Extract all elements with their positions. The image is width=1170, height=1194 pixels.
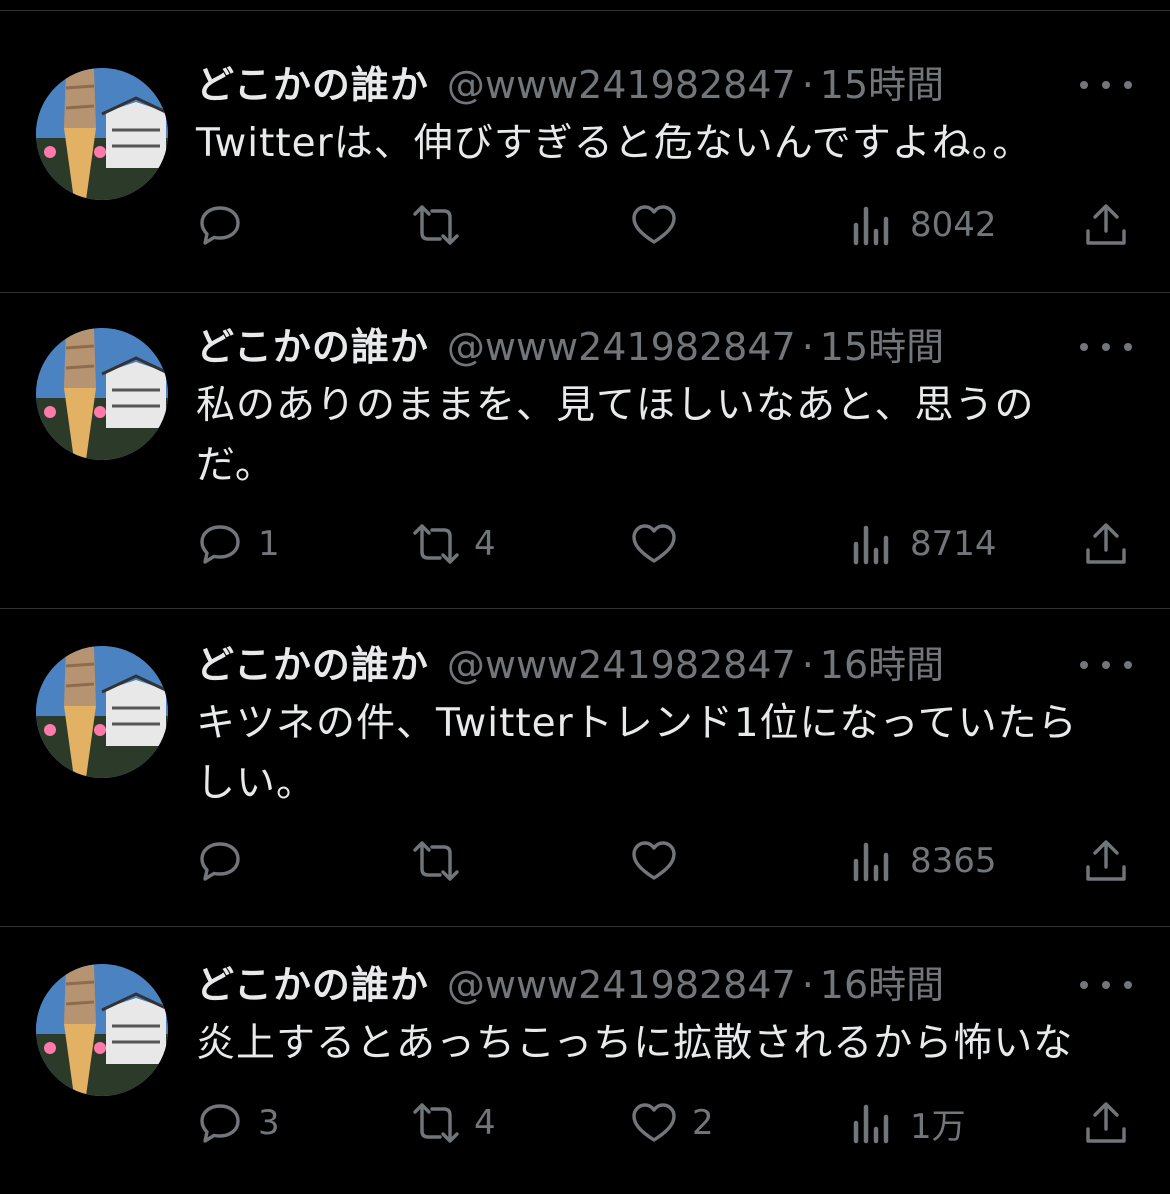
reply-count: 3 xyxy=(258,1103,280,1143)
timestamp[interactable]: 15時間 xyxy=(820,324,944,370)
like-icon xyxy=(632,841,676,880)
user-handle[interactable]: @www241982847 xyxy=(447,642,796,688)
avatar-image xyxy=(36,646,168,778)
share-icon xyxy=(1086,523,1126,564)
retweet-button[interactable] xyxy=(412,200,474,250)
retweet-icon xyxy=(413,841,459,881)
tweet[interactable]: どこかの誰か @www241982847 · 15時間 私のありのままを、見てほ… xyxy=(0,292,1170,608)
meta-separator: · xyxy=(801,325,814,369)
more-icon[interactable] xyxy=(1080,650,1132,680)
tweet-header: どこかの誰か @www241982847 · 16時間 xyxy=(196,962,1076,1008)
view-count: 8365 xyxy=(910,841,997,881)
timestamp[interactable]: 15時間 xyxy=(820,62,944,108)
like-icon xyxy=(632,524,676,563)
views-button[interactable]: 8042 xyxy=(848,200,997,250)
share-icon xyxy=(1086,1102,1126,1143)
timeline: どこかの誰か @www241982847 · 15時間 Twitterは、伸びす… xyxy=(0,0,1170,1194)
display-name[interactable]: どこかの誰か xyxy=(196,62,429,108)
like-button[interactable]: 2 xyxy=(630,1098,714,1148)
reply-icon xyxy=(200,525,240,564)
tweet-text-line: キツネの件、Twitterトレンド1位になっていたら xyxy=(196,701,1078,746)
avatar[interactable] xyxy=(36,964,168,1096)
reply-icon xyxy=(200,842,240,881)
tweet-text-line: 私のありのままを、見てほしいなあと、思うの xyxy=(196,383,1035,428)
views-icon xyxy=(853,1104,889,1144)
meta-separator: · xyxy=(801,963,814,1007)
tweet-header: どこかの誰か @www241982847 · 15時間 xyxy=(196,62,1076,108)
more-icon[interactable] xyxy=(1080,970,1132,1000)
tweet-text-line: Twitterは、伸びすぎると危ないんですよね。。 xyxy=(196,121,1033,166)
display-name[interactable]: どこかの誰か xyxy=(196,324,429,370)
display-name[interactable]: どこかの誰か xyxy=(196,962,429,1008)
retweet-icon xyxy=(413,524,459,564)
retweet-count: 4 xyxy=(474,524,496,564)
user-handle[interactable]: @www241982847 xyxy=(447,324,796,370)
share-icon xyxy=(1086,840,1126,881)
meta-separator: · xyxy=(801,63,814,107)
meta-separator: · xyxy=(801,643,814,687)
views-icon xyxy=(853,525,889,565)
reply-button[interactable] xyxy=(196,836,258,886)
retweet-button[interactable] xyxy=(412,836,474,886)
tweet-text: 炎上するとあっちこっちに拡散されるから怖いな xyxy=(196,1014,1136,1074)
timestamp[interactable]: 16時間 xyxy=(820,642,944,688)
share-button[interactable] xyxy=(1082,836,1130,886)
tweet-text: 私のありのままを、見てほしいなあと、思うの だ。 xyxy=(196,376,1136,496)
retweet-button[interactable]: 4 xyxy=(412,519,496,569)
tweet-text-line: 炎上するとあっちこっちに拡散されるから怖いな xyxy=(196,1021,1074,1066)
like-count: 2 xyxy=(692,1103,714,1143)
share-button[interactable] xyxy=(1082,200,1130,250)
tweet-text-line: だ。 xyxy=(196,443,275,488)
view-count: 8042 xyxy=(910,205,997,245)
avatar[interactable] xyxy=(36,68,168,200)
share-icon xyxy=(1086,204,1126,245)
reply-icon xyxy=(200,1104,240,1143)
tweet[interactable]: どこかの誰か @www241982847 · 16時間 炎上するとあっちこっちに… xyxy=(0,926,1170,1194)
tweet-header: どこかの誰か @www241982847 · 16時間 xyxy=(196,642,1076,688)
tweet[interactable]: どこかの誰か @www241982847 · 15時間 Twitterは、伸びす… xyxy=(0,0,1170,292)
like-icon xyxy=(632,205,676,244)
tweet-text-line: しい。 xyxy=(196,761,317,806)
views-button[interactable]: 1万 xyxy=(848,1098,966,1148)
user-handle[interactable]: @www241982847 xyxy=(447,62,796,108)
display-name[interactable]: どこかの誰か xyxy=(196,642,429,688)
user-handle[interactable]: @www241982847 xyxy=(447,962,796,1008)
tweet-header: どこかの誰か @www241982847 · 15時間 xyxy=(196,324,1076,370)
reply-button[interactable]: 3 xyxy=(196,1098,280,1148)
like-button[interactable] xyxy=(630,519,692,569)
avatar[interactable] xyxy=(36,328,168,460)
timestamp[interactable]: 16時間 xyxy=(820,962,944,1008)
share-button[interactable] xyxy=(1082,1098,1130,1148)
share-button[interactable] xyxy=(1082,519,1130,569)
reply-button[interactable] xyxy=(196,200,258,250)
more-icon[interactable] xyxy=(1080,332,1132,362)
reply-button[interactable]: 1 xyxy=(196,519,280,569)
view-count: 8714 xyxy=(910,524,997,564)
tweet[interactable]: どこかの誰か @www241982847 · 16時間 キツネの件、Twitte… xyxy=(0,608,1170,926)
avatar-image xyxy=(36,328,168,460)
like-icon xyxy=(632,1103,676,1142)
retweet-icon xyxy=(413,205,459,245)
like-button[interactable] xyxy=(630,200,692,250)
avatar-image xyxy=(36,68,168,200)
tweet-text: Twitterは、伸びすぎると危ないんですよね。。 xyxy=(196,114,1136,174)
reply-count: 1 xyxy=(258,524,280,564)
avatar-image xyxy=(36,964,168,1096)
reply-icon xyxy=(200,206,240,245)
views-button[interactable]: 8365 xyxy=(848,836,997,886)
retweet-icon xyxy=(413,1103,459,1143)
views-button[interactable]: 8714 xyxy=(848,519,997,569)
like-button[interactable] xyxy=(630,836,692,886)
tweet-text: キツネの件、Twitterトレンド1位になっていたら しい。 xyxy=(196,694,1136,814)
view-count: 1万 xyxy=(910,1106,966,1147)
avatar[interactable] xyxy=(36,646,168,778)
retweet-count: 4 xyxy=(474,1103,496,1143)
retweet-button[interactable]: 4 xyxy=(412,1098,496,1148)
more-icon[interactable] xyxy=(1080,70,1132,100)
views-icon xyxy=(853,206,889,246)
views-icon xyxy=(853,842,889,882)
